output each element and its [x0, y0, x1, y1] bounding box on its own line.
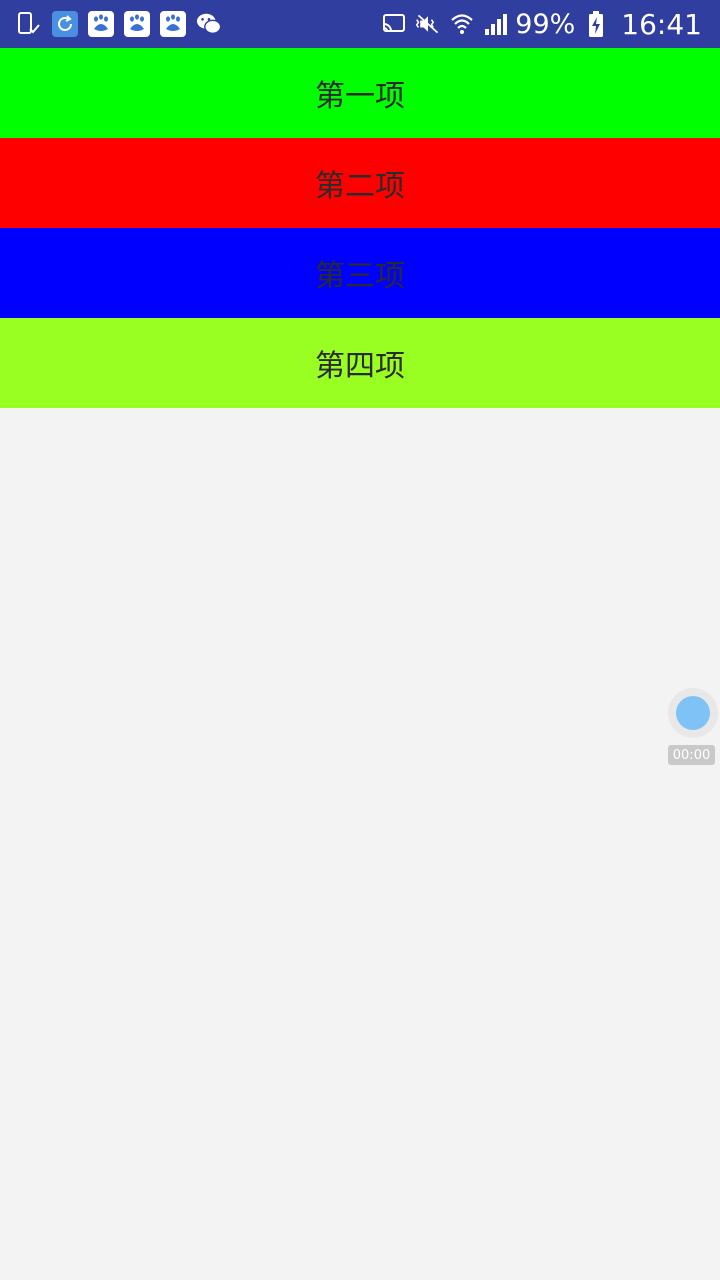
record-button[interactable]	[668, 688, 718, 738]
list-item-4[interactable]: 第四项	[0, 318, 720, 408]
mute-vibrate-icon	[415, 11, 441, 37]
baidu-paw-icon	[88, 11, 114, 37]
baidu-paw-icon	[124, 11, 150, 37]
list-item-2[interactable]: 第二项	[0, 138, 720, 228]
system-indicators: 99% 16:41	[373, 8, 702, 41]
baidu-paw-icon	[160, 11, 186, 37]
battery-charging-icon	[583, 11, 609, 37]
record-dot-icon	[676, 696, 710, 730]
wifi-icon	[449, 11, 475, 37]
list-item-3[interactable]: 第三项	[0, 228, 720, 318]
status-bar: 99% 16:41	[0, 0, 720, 48]
battery-percentage: 99%	[515, 8, 576, 40]
cellular-signal-icon	[483, 11, 509, 37]
sync-app-icon	[52, 11, 78, 37]
cast-icon	[381, 11, 407, 37]
item-list: 第一项 第二项 第三项 第四项	[0, 48, 720, 408]
clock: 16:41	[621, 7, 702, 41]
wechat-icon	[196, 11, 222, 37]
record-timer: 00:00	[668, 745, 715, 765]
floating-recorder: 00:00	[668, 688, 718, 768]
phone-check-icon	[16, 11, 42, 37]
list-item-1[interactable]: 第一项	[0, 48, 720, 138]
notification-icons	[16, 11, 232, 37]
